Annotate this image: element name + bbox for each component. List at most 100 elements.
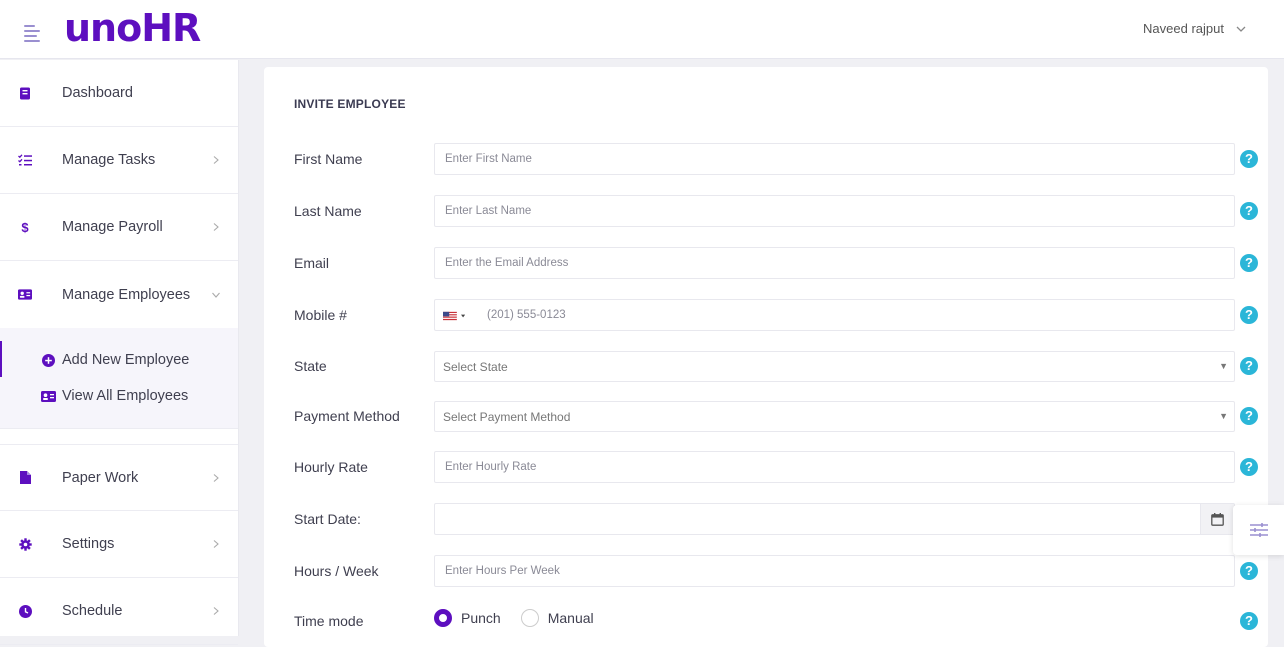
time-mode-row: Time mode Punch Manual ? xyxy=(294,609,1258,641)
user-menu[interactable]: Naveed rajput xyxy=(1143,21,1246,36)
dollar-icon: $ xyxy=(21,219,29,235)
help-icon[interactable]: ? xyxy=(1240,357,1258,375)
help-icon[interactable]: ? xyxy=(1240,407,1258,425)
sidebar-item-dashboard[interactable]: Dashboard xyxy=(0,60,238,127)
help-icon[interactable]: ? xyxy=(1240,562,1258,580)
email-input[interactable] xyxy=(435,248,1234,278)
time-mode-radio-manual[interactable]: Manual xyxy=(520,609,594,627)
sidebar-item-manage-tasks[interactable]: Manage Tasks xyxy=(0,127,238,194)
sidebar-item-label: Manage Tasks xyxy=(62,152,156,168)
last-name-input[interactable] xyxy=(435,196,1234,226)
caret-down-icon xyxy=(460,314,465,317)
plus-circle-icon xyxy=(41,353,56,368)
active-indicator xyxy=(0,341,2,377)
user-name: Naveed rajput xyxy=(1143,21,1224,36)
chevron-right-icon xyxy=(213,156,219,164)
employees-submenu: Add New Employee View All Employees xyxy=(0,328,238,429)
help-icon[interactable]: ? xyxy=(1240,150,1258,168)
help-icon[interactable]: ? xyxy=(1240,254,1258,272)
start-date-label: Start Date: xyxy=(294,511,361,527)
sidebar: Dashboard Manage Tasks $ Manage Payroll … xyxy=(0,60,239,645)
time-mode-radio-group: Punch Manual xyxy=(434,609,594,627)
last-name-label: Last Name xyxy=(294,203,362,219)
clock-icon xyxy=(18,604,32,618)
first-name-input[interactable] xyxy=(435,144,1234,174)
sidebar-item-manage-employees[interactable]: Manage Employees xyxy=(0,261,238,328)
state-select-value: Select State xyxy=(443,360,508,374)
hourly-rate-label: Hourly Rate xyxy=(294,459,368,475)
calendar-icon xyxy=(1211,512,1224,526)
hourly-rate-input[interactable] xyxy=(435,452,1234,482)
radio-label: Manual xyxy=(547,610,594,626)
help-icon[interactable]: ? xyxy=(1240,202,1258,220)
hours-week-label: Hours / Week xyxy=(294,563,379,579)
file-icon xyxy=(18,471,32,485)
app-logo[interactable]: unoHR xyxy=(64,6,201,50)
email-label: Email xyxy=(294,255,330,271)
hourly-rate-row: Hourly Rate ? xyxy=(294,451,1258,483)
sidebar-item-label: Manage Employees xyxy=(62,286,191,303)
email-row: Email ? xyxy=(294,247,1258,279)
id-card-icon xyxy=(18,288,32,302)
time-mode-label: Time mode xyxy=(294,613,364,629)
sliders-icon xyxy=(1249,523,1268,537)
sidebar-item-label: Schedule xyxy=(62,603,123,619)
sidebar-item-paper-work[interactable]: Paper Work xyxy=(0,444,238,511)
hours-week-field-box xyxy=(434,555,1235,587)
radio-selected-icon xyxy=(434,609,452,627)
start-date-field-box xyxy=(434,503,1235,535)
chevron-down-icon xyxy=(212,292,220,298)
chevron-right-icon xyxy=(213,473,219,482)
start-date-input[interactable] xyxy=(435,504,1195,534)
state-row: State Select State ▼ ? xyxy=(294,351,1258,383)
radio-unselected-icon xyxy=(520,609,539,627)
customizer-toggle-button[interactable] xyxy=(1233,505,1284,555)
state-select[interactable]: Select State ▼ xyxy=(434,351,1235,382)
mobile-row: Mobile # ? xyxy=(294,299,1258,331)
tasks-icon xyxy=(18,153,32,167)
select-arrow-icon: ▼ xyxy=(1219,411,1228,421)
top-header: unoHR Naveed rajput xyxy=(0,0,1284,59)
sidebar-subitem-add-new-employee[interactable]: Add New Employee xyxy=(41,352,189,368)
mobile-label: Mobile # xyxy=(294,307,347,323)
first-name-row: First Name ? xyxy=(294,143,1258,175)
invite-employee-card: INVITE EMPLOYEE First Name ? Last Name ?… xyxy=(264,67,1268,647)
first-name-field-box xyxy=(434,143,1235,175)
mobile-field-box xyxy=(434,299,1235,331)
mobile-input[interactable] xyxy=(479,300,1234,330)
sidebar-item-schedule[interactable]: Schedule xyxy=(0,578,238,645)
sidebar-item-label: Manage Payroll xyxy=(62,219,163,235)
sidebar-item-label: Settings xyxy=(62,536,115,552)
id-card-icon xyxy=(41,389,56,404)
help-icon[interactable]: ? xyxy=(1240,306,1258,324)
calendar-button[interactable] xyxy=(1200,504,1234,534)
radio-label: Punch xyxy=(461,610,501,626)
dashboard-icon xyxy=(18,86,32,100)
select-arrow-icon: ▼ xyxy=(1219,361,1228,371)
sidebar-item-label: Paper Work xyxy=(62,469,139,486)
chevron-down-icon xyxy=(1236,26,1246,32)
sidebar-subitem-view-all-employees[interactable]: View All Employees xyxy=(41,388,188,404)
sidebar-subitem-label: Add New Employee xyxy=(62,352,190,368)
chevron-right-icon xyxy=(213,607,219,615)
chevron-right-icon xyxy=(213,540,219,548)
sidebar-item-manage-payroll[interactable]: $ Manage Payroll xyxy=(0,194,238,261)
sidebar-item-settings[interactable]: Settings xyxy=(0,511,238,578)
start-date-row: Start Date: xyxy=(294,503,1254,535)
payment-method-select-value: Select Payment Method xyxy=(443,410,571,424)
help-icon[interactable]: ? xyxy=(1240,612,1258,630)
sidebar-item-label: Dashboard xyxy=(62,85,133,101)
chevron-right-icon xyxy=(213,223,219,231)
menu-toggle-icon[interactable] xyxy=(24,25,42,42)
time-mode-radio-punch[interactable]: Punch xyxy=(434,609,501,627)
page-title: INVITE EMPLOYEE xyxy=(294,97,406,111)
help-icon[interactable]: ? xyxy=(1240,458,1258,476)
payment-method-row: Payment Method Select Payment Method ▼ ? xyxy=(294,401,1258,433)
sidebar-subitem-label: View All Employees xyxy=(62,388,189,404)
last-name-row: Last Name ? xyxy=(294,195,1258,227)
hourly-rate-field-box xyxy=(434,451,1235,483)
payment-method-select[interactable]: Select Payment Method ▼ xyxy=(434,401,1235,432)
country-code-selector[interactable] xyxy=(443,309,465,322)
state-label: State xyxy=(294,358,327,374)
hours-week-input[interactable] xyxy=(435,556,1234,586)
